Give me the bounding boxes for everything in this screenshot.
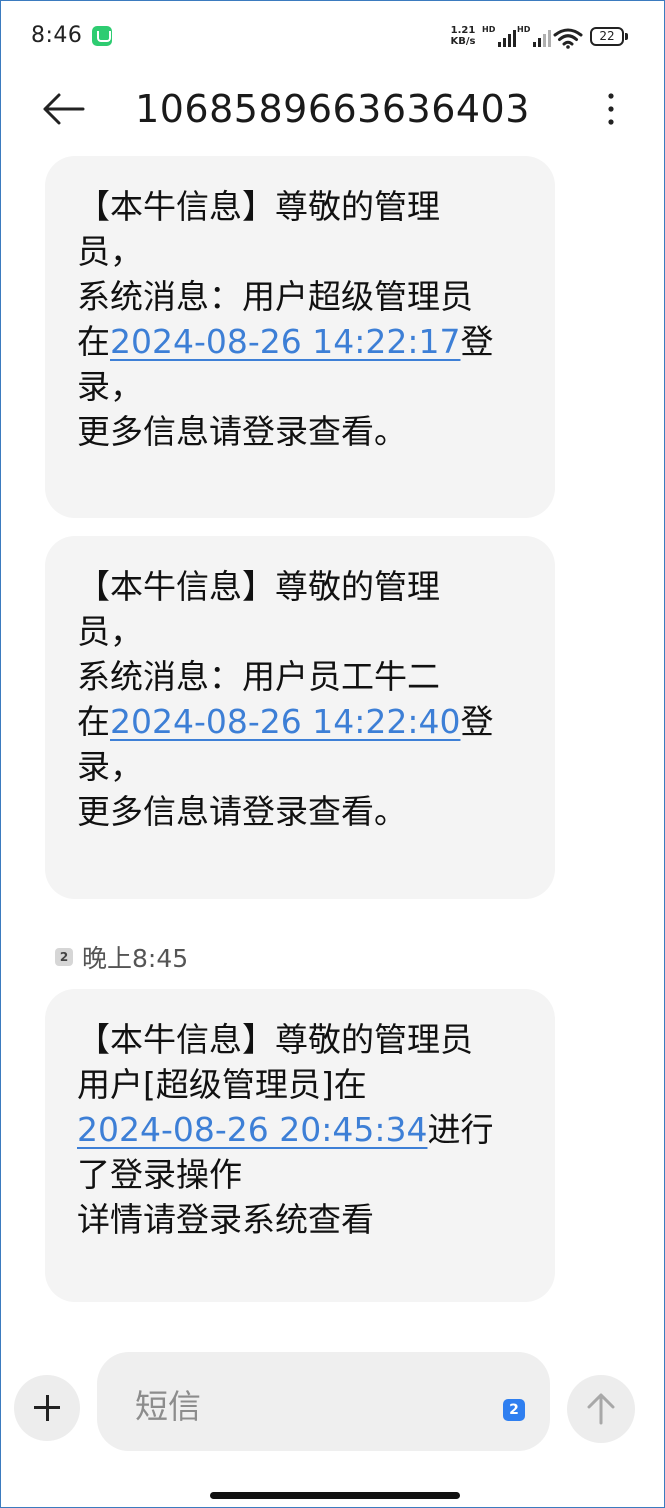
sim2-hd-label: HD xyxy=(517,25,531,34)
message-text-line: 详情请登录系统查看 xyxy=(77,1200,374,1239)
message-text-line: 更多信息请登录查看。 xyxy=(77,412,407,451)
more-vertical-icon[interactable] xyxy=(597,87,625,131)
message-text-fragment: 在 xyxy=(77,702,110,741)
timestamp-link[interactable]: 2024-08-26 14:22:40 xyxy=(110,702,460,741)
message-meta: 2 晚上8:45 xyxy=(55,941,188,973)
message-text-fragment: 登 xyxy=(460,702,494,741)
message-text-fragment: 登 xyxy=(460,322,494,361)
network-speed-value: 1.21 xyxy=(450,25,476,36)
message-text-line: 【本牛信息】尊敬的管理员 xyxy=(77,1020,473,1059)
sms-input-placeholder: 短信 xyxy=(135,1387,201,1426)
message-text-line: 2024-08-26 20:45:34进行 xyxy=(77,1107,525,1152)
timestamp-link[interactable]: 2024-08-26 14:22:17 xyxy=(110,322,460,361)
message-text-line: 员， xyxy=(77,612,143,651)
message-text-line: 更多信息请登录查看。 xyxy=(77,792,407,831)
timestamp-link[interactable]: 2024-08-26 20:45:34 xyxy=(77,1110,427,1149)
message-bubble[interactable]: 【本牛信息】尊敬的管理 员， 系统消息：用户超级管理员 在2024-08-26 … xyxy=(45,156,555,518)
message-text-line: 在2024-08-26 14:22:40登 xyxy=(77,699,525,744)
message-bubble[interactable]: 【本牛信息】尊敬的管理员 用户[超级管理员]在 2024-08-26 20:45… xyxy=(45,989,555,1302)
message-text-line: 【本牛信息】尊敬的管理 xyxy=(77,187,440,226)
back-arrow-icon[interactable] xyxy=(41,87,89,131)
status-time: 8:46 xyxy=(31,23,83,48)
message-text-line: 用户[超级管理员]在 xyxy=(77,1065,367,1104)
message-time: 晚上8:45 xyxy=(82,944,189,973)
send-arrow-icon xyxy=(587,1393,615,1425)
message-text-line: 【本牛信息】尊敬的管理 xyxy=(77,567,440,606)
sim1-hd-label: HD xyxy=(482,25,496,34)
network-speed-unit: KB/s xyxy=(450,36,476,47)
wifi-icon xyxy=(553,28,583,49)
conversation-header: 1068589663636403 xyxy=(1,73,664,145)
signal-icon: HD xyxy=(517,25,551,49)
sms-input[interactable]: 短信 2 xyxy=(97,1352,550,1451)
network-speed: 1.21 KB/s xyxy=(446,25,480,47)
message-text-fragment: 在 xyxy=(77,322,110,361)
message-text-line: 录， xyxy=(77,747,143,786)
message-text-line: 在2024-08-26 14:22:17登 xyxy=(77,319,525,364)
message-bubble[interactable]: 【本牛信息】尊敬的管理 员， 系统消息：用户员工牛二 在2024-08-26 1… xyxy=(45,536,555,899)
home-indicator[interactable] xyxy=(210,1492,460,1499)
app-notification-icon xyxy=(92,26,112,46)
message-text-fragment: 进行 xyxy=(427,1110,494,1149)
battery-level: 22 xyxy=(599,29,615,43)
status-bar: 8:46 1.21 KB/s HD HD 22 xyxy=(1,1,664,73)
message-text-line: 了登录操作 xyxy=(77,1155,242,1194)
plus-icon[interactable] xyxy=(14,1375,80,1441)
conversation-title: 1068589663636403 xyxy=(135,87,530,131)
message-text-line: 系统消息：用户员工牛二 xyxy=(77,657,440,696)
message-text-line: 系统消息：用户超级管理员 xyxy=(77,277,473,316)
sim-select-badge[interactable]: 2 xyxy=(503,1399,525,1421)
sim-badge: 2 xyxy=(55,948,73,966)
send-button[interactable] xyxy=(567,1375,635,1443)
message-text-line: 录， xyxy=(77,367,143,406)
message-text-line: 员， xyxy=(77,232,143,271)
signal-icon: HD xyxy=(482,25,516,49)
sms-thread-screen: 8:46 1.21 KB/s HD HD 22 1068589663636403… xyxy=(0,0,665,1508)
battery-icon: 22 xyxy=(590,27,628,46)
